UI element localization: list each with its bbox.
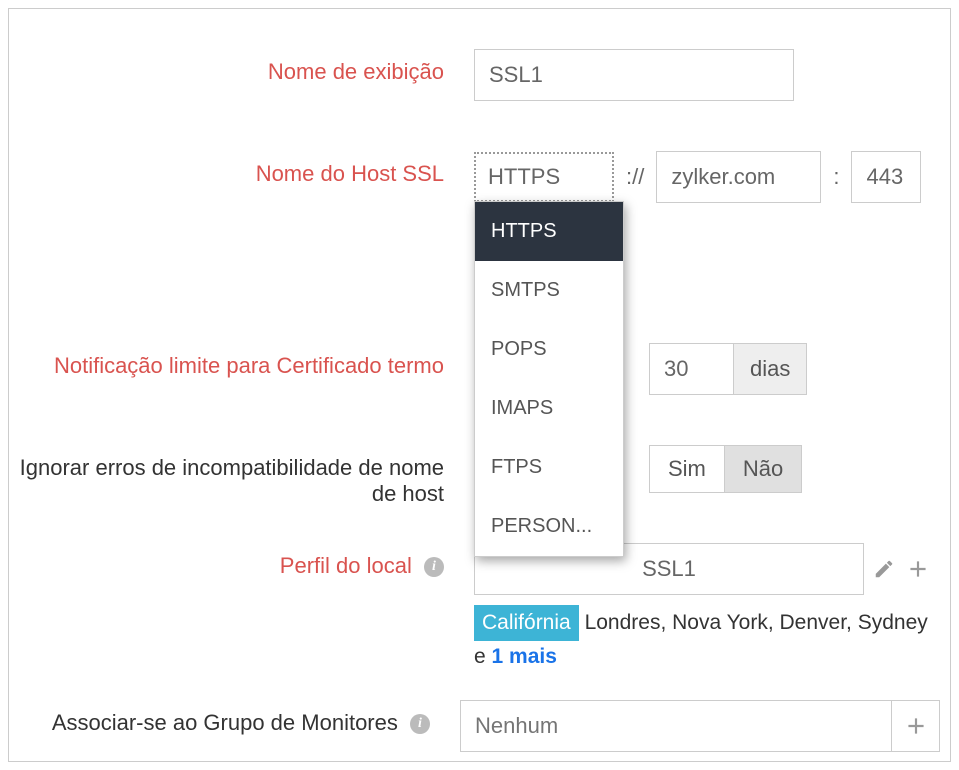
dropdown-option-imaps[interactable]: IMAPS (475, 379, 623, 438)
port-separator: : (827, 164, 845, 190)
label-monitor-group: Associar-se ao Grupo de Monitores i (19, 700, 460, 736)
dropdown-option-custom[interactable]: PERSON... (475, 497, 623, 556)
row-monitor-group: Associar-se ao Grupo de Monitores i (19, 700, 940, 752)
form-container: Nome de exibição Nome do Host SSL HTTPS … (8, 8, 951, 762)
info-icon[interactable]: i (424, 557, 444, 577)
toggle-yes[interactable]: Sim (650, 446, 724, 492)
label-cert-expiry: Notificação limite para Certificado term… (19, 343, 474, 379)
dropdown-option-ftps[interactable]: FTPS (475, 438, 623, 497)
protocol-select[interactable]: HTTPS (474, 152, 614, 202)
days-unit-label: dias (734, 343, 807, 395)
expiry-days-input[interactable] (649, 343, 734, 395)
primary-location-tag[interactable]: Califórnia (474, 605, 579, 641)
other-locations-text: Londres, Nova York, Denver, Sydney (585, 611, 928, 634)
label-monitor-group-text: Associar-se ao Grupo de Monitores (52, 710, 398, 735)
dropdown-option-pops[interactable]: POPS (475, 320, 623, 379)
dropdown-option-smtps[interactable]: SMTPS (475, 261, 623, 320)
locations-summary: Califórnia Londres, Nova York, Denver, S… (474, 605, 940, 672)
plus-icon[interactable] (904, 555, 932, 583)
label-ignore-hostname: Ignorar erros de incompatibilidade de no… (19, 445, 474, 507)
toggle-no[interactable]: Não (724, 446, 801, 492)
info-icon[interactable]: i (410, 714, 430, 734)
more-locations-link[interactable]: 1 mais (492, 645, 557, 668)
port-input[interactable] (851, 151, 921, 203)
display-name-input[interactable] (474, 49, 794, 101)
monitor-group-input[interactable] (460, 700, 892, 752)
row-ssl-host: Nome do Host SSL HTTPS :// : (19, 151, 940, 203)
add-group-button[interactable] (892, 700, 940, 752)
dropdown-option-https[interactable]: HTTPS (475, 202, 623, 261)
label-display-name: Nome de exibição (19, 49, 474, 85)
label-ssl-host: Nome do Host SSL (19, 151, 474, 187)
scheme-separator: :// (620, 164, 650, 190)
row-display-name: Nome de exibição (19, 49, 940, 101)
edit-icon[interactable] (870, 555, 898, 583)
more-prefix: e (474, 645, 492, 668)
hostname-input[interactable] (656, 151, 821, 203)
label-location-profile-text: Perfil do local (280, 553, 412, 578)
protocol-dropdown[interactable]: HTTPS SMTPS POPS IMAPS FTPS PERSON... (474, 201, 624, 557)
label-location-profile: Perfil do local i (19, 543, 474, 579)
ignore-hostname-toggle: Sim Não (649, 445, 802, 493)
